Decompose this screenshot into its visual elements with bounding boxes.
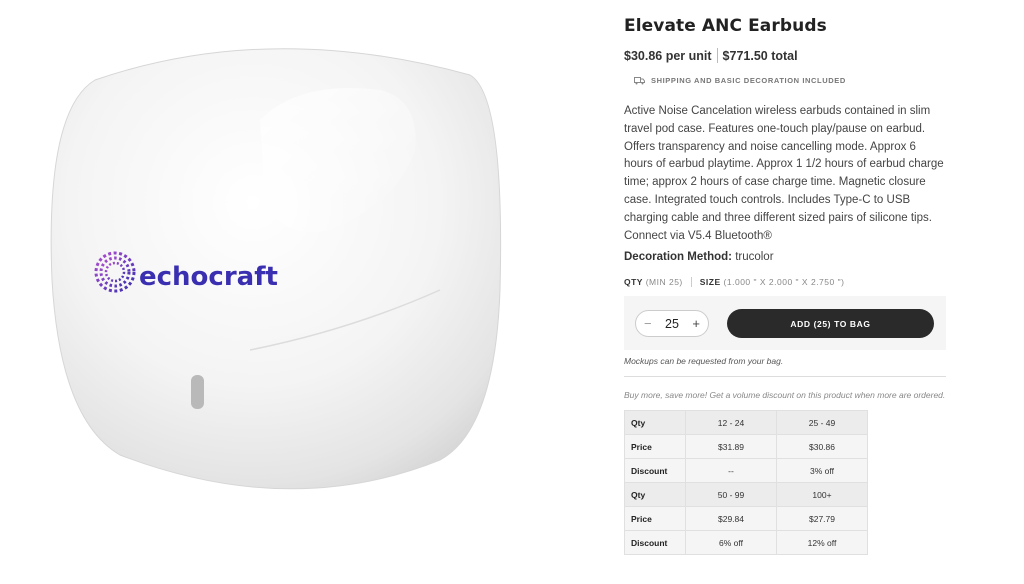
total-price: $771.50 total <box>722 48 798 63</box>
decoration-method-value: trucolor <box>735 251 774 264</box>
spec-line: QTY (MIN 25) SIZE (1.000 " X 2.000 " X 2… <box>624 277 946 288</box>
size-spec-label: SIZE <box>699 277 721 288</box>
row-label-price: Price <box>624 506 686 532</box>
case-indicator-light <box>191 375 204 409</box>
tier-range: 25 - 49 <box>776 410 868 436</box>
decoration-method-label: Decoration Method: <box>624 251 732 264</box>
table-row: Qty 50 - 99 100+ <box>624 482 868 508</box>
unit-price: $30.86 per unit <box>624 48 712 63</box>
mockup-note: Mockups can be requested from your bag. <box>624 356 784 367</box>
table-row: Price $29.84 $27.79 <box>624 506 868 532</box>
section-divider <box>624 376 946 378</box>
product-title: Elevate ANC Earbuds <box>624 16 827 36</box>
product-image: echocraft <box>0 0 600 584</box>
row-label-qty: Qty <box>624 482 686 508</box>
increment-button[interactable]: + <box>692 316 700 331</box>
table-row: Discount -- 3% off <box>624 458 868 484</box>
qty-spec: QTY (MIN 25) <box>624 277 683 287</box>
tier-discount: 3% off <box>776 458 868 484</box>
add-to-bag-button[interactable]: ADD (25) TO BAG <box>727 309 934 339</box>
row-label-discount: Discount <box>624 458 686 484</box>
truck-icon <box>634 76 645 84</box>
row-label-price: Price <box>624 434 686 460</box>
product-info: Elevate ANC Earbuds $30.86 per unit $771… <box>624 16 946 556</box>
table-row: Discount 6% off 12% off <box>624 530 868 556</box>
price-divider <box>716 48 718 63</box>
tier-range: 100+ <box>776 482 868 508</box>
purchase-box: − 25 + ADD (25) TO BAG <box>624 296 946 351</box>
tier-price: $31.89 <box>685 434 777 460</box>
price-line: $30.86 per unit $771.50 total <box>624 48 946 63</box>
decrement-button[interactable]: − <box>644 316 652 331</box>
size-spec: SIZE (1.000 " X 2.000 " X 2.750 ") <box>690 277 845 288</box>
quantity-stepper[interactable]: − 25 + <box>635 310 709 338</box>
tier-price: $29.84 <box>685 506 777 532</box>
decoration-method: Decoration Method: trucolor <box>624 251 946 263</box>
tier-price: $27.79 <box>776 506 868 532</box>
shipping-note-text: SHIPPING AND BASIC DECORATION INCLUDED <box>651 76 846 85</box>
product-description: Active Noise Cancelation wireless earbud… <box>624 105 944 242</box>
tier-range: 12 - 24 <box>685 410 777 436</box>
tier-price: $30.86 <box>776 434 868 460</box>
size-spec-value: (1.000 " X 2.000 " X 2.750 ") <box>723 277 845 288</box>
tier-discount: -- <box>685 458 777 484</box>
echocraft-logo-text: echocraft <box>139 262 278 292</box>
tier-discount: 12% off <box>776 530 868 556</box>
tier-range: 50 - 99 <box>685 482 777 508</box>
shipping-note: SHIPPING AND BASIC DECORATION INCLUDED <box>634 76 946 85</box>
quantity-value[interactable]: 25 <box>665 317 679 331</box>
volume-pricing-table: Qty 12 - 24 25 - 49 Price $31.89 $30.86 … <box>624 410 868 556</box>
earbuds-case-illustration: echocraft <box>50 48 502 490</box>
volume-discount-note: Buy more, save more! Get a volume discou… <box>624 390 946 401</box>
tier-discount: 6% off <box>685 530 777 556</box>
row-label-discount: Discount <box>624 530 686 556</box>
qty-spec-min: (MIN 25) <box>645 277 683 288</box>
row-label-qty: Qty <box>624 410 686 436</box>
table-row: Price $31.89 $30.86 <box>624 434 868 460</box>
qty-spec-label: QTY <box>624 277 643 288</box>
table-row: Qty 12 - 24 25 - 49 <box>624 410 868 436</box>
